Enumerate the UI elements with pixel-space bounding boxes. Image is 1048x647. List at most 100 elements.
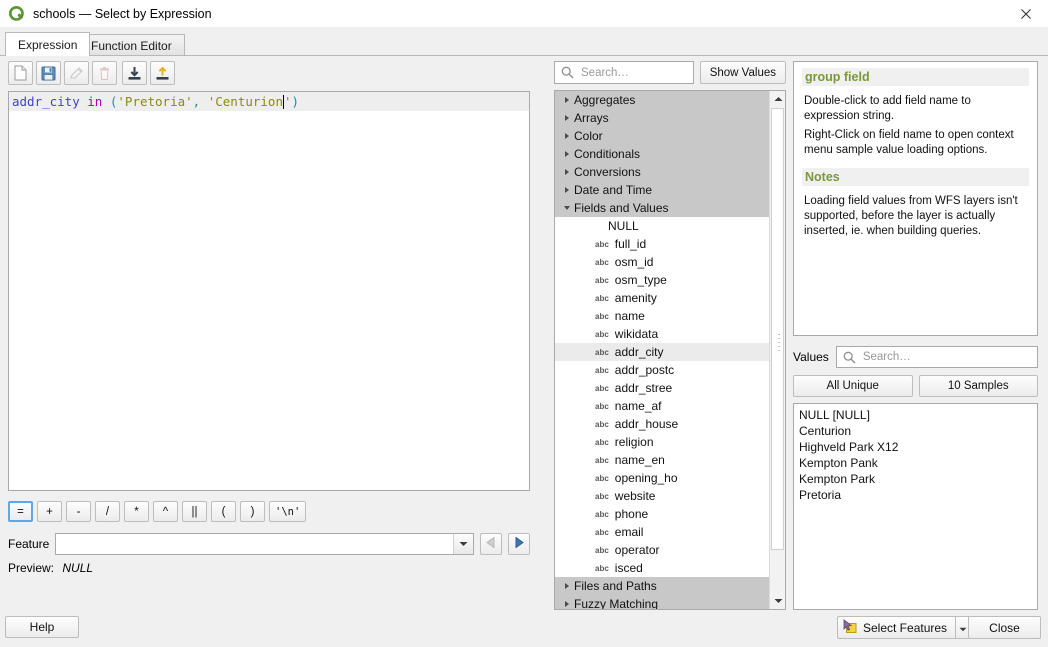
tree-group-arrays[interactable]: Arrays xyxy=(555,109,769,127)
tree-field-wikidata[interactable]: abc wikidata xyxy=(555,325,769,343)
tab-function-editor[interactable]: Function Editor xyxy=(78,34,185,56)
tree-group-fuzzy-matching[interactable]: Fuzzy Matching xyxy=(555,595,769,609)
select-features-button[interactable]: Select Features xyxy=(837,616,956,639)
save-expression-button[interactable] xyxy=(36,61,61,85)
select-features-label: Select Features xyxy=(863,620,948,635)
tab-function-editor-label: Function Editor xyxy=(91,38,172,53)
tree-item-label: amenity xyxy=(614,291,657,305)
tree-field-email[interactable]: abc email xyxy=(555,523,769,541)
tree-field-religion[interactable]: abc religion xyxy=(555,433,769,451)
import-expressions-button[interactable] xyxy=(122,61,147,85)
scroll-up-icon[interactable] xyxy=(770,91,785,107)
tree-group-fields-and-values[interactable]: Fields and Values xyxy=(555,199,769,217)
feature-combo[interactable] xyxy=(55,533,475,555)
export-expressions-button[interactable] xyxy=(150,61,175,85)
value-list-item[interactable]: Highveld Park X12 xyxy=(799,439,1032,455)
function-search-input[interactable] xyxy=(579,65,687,80)
help-button[interactable]: Help xyxy=(5,616,79,638)
feature-label: Feature xyxy=(8,537,50,551)
chevron-right-icon[interactable] xyxy=(560,97,574,103)
next-feature-button[interactable] xyxy=(508,533,530,555)
ten-samples-button[interactable]: 10 Samples xyxy=(918,375,1038,397)
chevron-right-icon[interactable] xyxy=(560,601,574,607)
operator-open-paren-button[interactable]: ( xyxy=(211,501,236,522)
chevron-right-icon[interactable] xyxy=(560,133,574,139)
operator-concat-button[interactable]: || xyxy=(182,501,207,522)
help-notes-title: Notes xyxy=(802,168,1029,186)
operator-newline-button[interactable]: '\n' xyxy=(269,501,307,522)
tree-group-conditionals[interactable]: Conditionals xyxy=(555,145,769,163)
help-notes-paragraph: Loading field values from WFS layers isn… xyxy=(804,195,1018,237)
close-icon[interactable] xyxy=(1003,0,1048,27)
function-browser-pane: Show Values Aggregates Arrays Color Cond… xyxy=(554,61,786,610)
tree-field-addr-house[interactable]: abc addr_house xyxy=(555,415,769,433)
tree-field-opening-ho[interactable]: abc opening_ho xyxy=(555,469,769,487)
values-search-box[interactable] xyxy=(835,346,1038,368)
function-tree-scrollbar[interactable] xyxy=(769,91,785,609)
tree-field-name-en[interactable]: abc name_en xyxy=(555,451,769,469)
tree-field-phone[interactable]: abc phone xyxy=(555,505,769,523)
tree-field-osm-id[interactable]: abc osm_id xyxy=(555,253,769,271)
function-tree[interactable]: Aggregates Arrays Color Conditionals Con… xyxy=(554,90,786,610)
chevron-right-icon[interactable] xyxy=(560,169,574,175)
tree-field-isced[interactable]: abc isced xyxy=(555,559,769,577)
expr-token-close-paren: ) xyxy=(291,94,300,109)
scroll-down-icon[interactable] xyxy=(770,593,785,609)
operator-plus-button[interactable]: + xyxy=(37,501,62,522)
tree-field-name-af[interactable]: abc name_af xyxy=(555,397,769,415)
chevron-right-icon[interactable] xyxy=(560,583,574,589)
chevron-right-icon[interactable] xyxy=(560,151,574,157)
tree-group-aggregates[interactable]: Aggregates xyxy=(555,91,769,109)
new-expression-button[interactable] xyxy=(8,61,33,85)
chevron-right-icon[interactable] xyxy=(560,115,574,121)
tree-item-label: addr_house xyxy=(614,417,679,431)
value-list-item[interactable]: Centurion xyxy=(799,423,1032,439)
expression-text-editor[interactable]: addr_city in ('Pretoria', 'Centurion ') xyxy=(8,91,530,491)
abc-type-icon: abc xyxy=(595,473,609,483)
tree-item-label: website xyxy=(614,489,656,503)
chevron-down-icon[interactable] xyxy=(453,534,474,554)
operator-close-paren-button[interactable]: ) xyxy=(240,501,265,522)
tree-field-addr-stree[interactable]: abc addr_stree xyxy=(555,379,769,397)
abc-type-icon: abc xyxy=(595,347,609,357)
show-values-button[interactable]: Show Values xyxy=(699,61,786,84)
value-list-item[interactable]: Pretoria xyxy=(799,487,1032,503)
close-button[interactable]: Close xyxy=(968,616,1041,639)
values-search-input[interactable] xyxy=(860,350,1033,364)
tree-item-label: isced xyxy=(614,561,643,575)
tree-group-color[interactable]: Color xyxy=(555,127,769,145)
operator-multiply-button[interactable]: * xyxy=(124,501,149,522)
tree-field-website[interactable]: abc website xyxy=(555,487,769,505)
tree-field-osm-type[interactable]: abc osm_type xyxy=(555,271,769,289)
tree-item-label: opening_ho xyxy=(614,471,678,485)
values-label: Values xyxy=(793,350,829,364)
tree-group-files-and-paths[interactable]: Files and Paths xyxy=(555,577,769,595)
function-search-box[interactable] xyxy=(554,61,694,84)
all-unique-button[interactable]: All Unique xyxy=(793,375,913,397)
tree-field-amenity[interactable]: abc amenity xyxy=(555,289,769,307)
tree-field-operator[interactable]: abc operator xyxy=(555,541,769,559)
values-list[interactable]: NULL [NULL] Centurion Highveld Park X12 … xyxy=(793,403,1038,610)
tree-field-addr-city[interactable]: abc addr_city xyxy=(555,343,769,361)
operator-divide-button[interactable]: / xyxy=(95,501,120,522)
tab-expression[interactable]: Expression xyxy=(5,32,91,56)
expr-token-open-paren: ( xyxy=(109,94,118,109)
tree-field-name[interactable]: abc name xyxy=(555,307,769,325)
operator-equals-button[interactable]: = xyxy=(8,501,33,522)
tree-field-addr-postc[interactable]: abc addr_postc xyxy=(555,361,769,379)
scrollbar-thumb[interactable] xyxy=(771,108,784,550)
value-list-item[interactable]: Kempton Park xyxy=(799,471,1032,487)
tree-item-label: addr_postc xyxy=(614,363,675,377)
operator-power-button[interactable]: ^ xyxy=(153,501,178,522)
tree-group-date-and-time[interactable]: Date and Time xyxy=(555,181,769,199)
tree-field-full-id[interactable]: abc full_id xyxy=(555,235,769,253)
tree-group-conversions[interactable]: Conversions xyxy=(555,163,769,181)
chevron-down-icon[interactable] xyxy=(560,206,574,210)
value-list-item[interactable]: NULL [NULL] xyxy=(799,407,1032,423)
operator-minus-button[interactable]: - xyxy=(66,501,91,522)
value-list-item[interactable]: Kempton Pank xyxy=(799,455,1032,471)
chevron-right-icon[interactable] xyxy=(560,187,574,193)
previous-feature-button[interactable] xyxy=(480,533,503,555)
tree-item-null[interactable]: NULL xyxy=(555,217,769,235)
values-search-row: Values xyxy=(793,346,1038,368)
